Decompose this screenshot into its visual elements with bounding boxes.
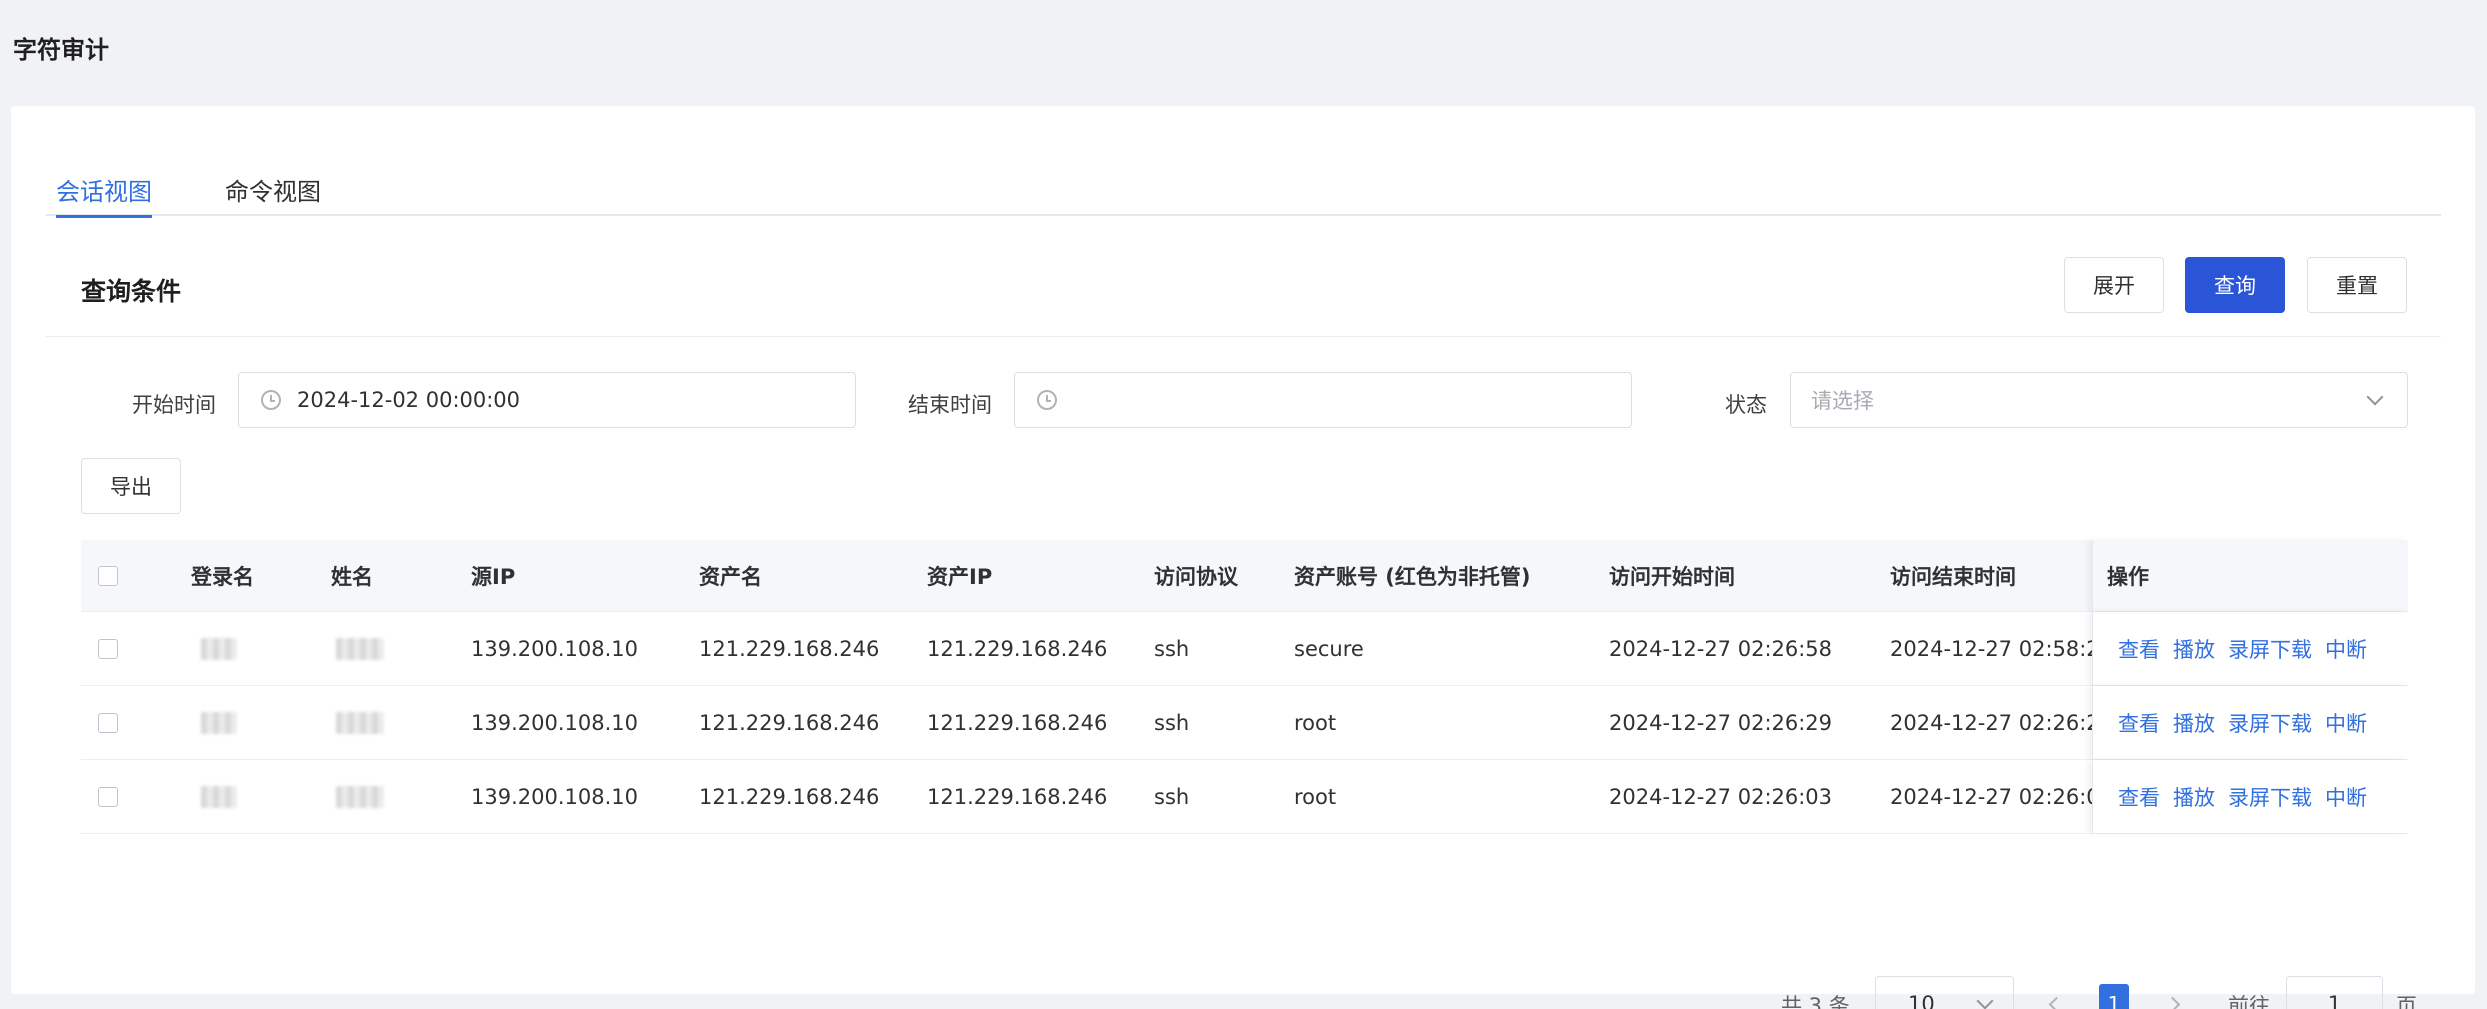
header-protocol: 访问协议 (1154, 564, 1238, 589)
download-recording-link[interactable]: 录屏下载 (2228, 634, 2312, 664)
export-button[interactable]: 导出 (81, 458, 181, 514)
table-row: 139.200.108.10 121.229.168.246 121.229.1… (81, 686, 2408, 760)
src-ip-cell: 139.200.108.10 (471, 710, 638, 735)
account-cell: root (1294, 784, 1337, 809)
table-row: 139.200.108.10 121.229.168.246 121.229.1… (81, 612, 2408, 686)
next-page-icon[interactable] (2164, 996, 2181, 1009)
redacted-text (336, 637, 384, 660)
user-name-redacted (336, 686, 384, 759)
main-card: 会话视图 命令视图 查询条件 展开 查询 重置 开始时间 2024-12-02 … (11, 106, 2475, 1009)
asset-name-cell: 121.229.168.246 (699, 636, 880, 661)
chevron-down-icon (2366, 388, 2384, 406)
start-time-cell: 2024-12-27 02:26:29 (1609, 710, 1833, 735)
asset-name-cell: 121.229.168.246 (699, 710, 880, 735)
row-checkbox[interactable] (98, 786, 118, 807)
download-recording-link[interactable]: 录屏下载 (2228, 782, 2312, 812)
view-link[interactable]: 查看 (2118, 634, 2160, 664)
src-ip-cell: 139.200.108.10 (471, 784, 638, 809)
user-name-redacted (336, 760, 384, 833)
expand-button[interactable]: 展开 (2064, 257, 2164, 313)
header-account: 资产账号 (红色为非托管) (1294, 564, 1531, 589)
header-asset-name: 资产名 (699, 564, 762, 589)
asset-name-cell: 121.229.168.246 (699, 784, 880, 809)
src-ip-cell: 139.200.108.10 (471, 636, 638, 661)
view-link[interactable]: 查看 (2118, 708, 2160, 738)
play-link[interactable]: 播放 (2173, 782, 2215, 812)
protocol-cell: ssh (1154, 636, 1190, 661)
chevron-down-icon (1976, 992, 1994, 1009)
session-table: 登录名 姓名 源IP 资产名 资产IP 访问协议 资产账号 (红色为非托管) 访… (81, 540, 2408, 834)
tab-session-view[interactable]: 会话视图 (56, 172, 152, 218)
page-unit-label: 页 (2396, 994, 2417, 1009)
status-select[interactable]: 请选择 (1790, 372, 2408, 428)
user-name-redacted (336, 612, 384, 685)
start-time-label: 开始时间 (132, 393, 216, 417)
query-section-title: 查询条件 (81, 277, 182, 306)
page-size-value: 10 (1908, 992, 1935, 1009)
header-start-time: 访问开始时间 (1609, 564, 1735, 589)
redacted-text (201, 785, 237, 808)
row-checkbox[interactable] (98, 638, 118, 659)
account-cell: root (1294, 710, 1337, 735)
view-tabs: 会话视图 命令视图 (46, 162, 2441, 218)
row-actions: 查看 播放 录屏下载 中断 (2092, 760, 2408, 833)
clock-icon (1037, 390, 1057, 410)
status-label: 状态 (1725, 393, 1767, 417)
status-placeholder: 请选择 (1811, 389, 1874, 413)
protocol-cell: ssh (1154, 710, 1190, 735)
start-time-input[interactable]: 2024-12-02 00:00:00 (238, 372, 856, 428)
table-header: 登录名 姓名 源IP 资产名 资产IP 访问协议 资产账号 (红色为非托管) 访… (81, 540, 2408, 612)
interrupt-link[interactable]: 中断 (2325, 782, 2367, 812)
redacted-text (336, 785, 384, 808)
current-page-button[interactable]: 1 (2099, 984, 2129, 1009)
reset-button[interactable]: 重置 (2307, 257, 2407, 313)
select-all-checkbox[interactable] (98, 565, 118, 586)
redacted-text (201, 637, 237, 660)
login-name-redacted (201, 760, 237, 833)
header-asset-ip: 资产IP (927, 564, 993, 589)
asset-ip-cell: 121.229.168.246 (927, 710, 1108, 735)
tab-command-view[interactable]: 命令视图 (225, 172, 321, 216)
asset-ip-cell: 121.229.168.246 (927, 636, 1108, 661)
interrupt-link[interactable]: 中断 (2325, 634, 2367, 664)
end-time-label: 结束时间 (908, 393, 992, 417)
row-checkbox[interactable] (98, 712, 118, 733)
login-name-redacted (201, 612, 237, 685)
view-link[interactable]: 查看 (2118, 782, 2160, 812)
row-actions: 查看 播放 录屏下载 中断 (2092, 686, 2408, 759)
start-time-value: 2024-12-02 00:00:00 (297, 388, 521, 412)
download-recording-link[interactable]: 录屏下载 (2228, 708, 2312, 738)
protocol-cell: ssh (1154, 784, 1190, 809)
start-time-cell: 2024-12-27 02:26:03 (1609, 784, 1833, 809)
row-actions: 查看 播放 录屏下载 中断 (2092, 612, 2408, 685)
goto-label: 前往 (2228, 994, 2270, 1009)
goto-page-input[interactable]: 1 (2286, 976, 2383, 1009)
play-link[interactable]: 播放 (2173, 708, 2215, 738)
header-src-ip: 源IP (471, 564, 516, 589)
clock-icon (261, 390, 281, 410)
redacted-text (201, 711, 237, 734)
prev-page-icon[interactable] (2048, 996, 2065, 1009)
divider (46, 336, 2441, 337)
end-time-cell: 2024-12-27 02:26:03 (1890, 784, 2114, 809)
asset-ip-cell: 121.229.168.246 (927, 784, 1108, 809)
page-title: 字符审计 (13, 36, 109, 64)
interrupt-link[interactable]: 中断 (2325, 708, 2367, 738)
redacted-text (336, 711, 384, 734)
header-end-time: 访问结束时间 (1890, 564, 2016, 589)
play-link[interactable]: 播放 (2173, 634, 2215, 664)
table-row: 139.200.108.10 121.229.168.246 121.229.1… (81, 760, 2408, 834)
pagination-total: 共 3 条 (1781, 994, 1850, 1009)
end-time-input[interactable] (1014, 372, 1632, 428)
login-name-redacted (201, 686, 237, 759)
account-cell: secure (1294, 636, 1364, 661)
end-time-cell: 2024-12-27 02:26:29 (1890, 710, 2114, 735)
header-ops: 操作 (2092, 540, 2408, 611)
header-login: 登录名 (191, 564, 254, 589)
search-button[interactable]: 查询 (2185, 257, 2285, 313)
end-time-cell: 2024-12-27 02:58:28 (1890, 636, 2114, 661)
start-time-cell: 2024-12-27 02:26:58 (1609, 636, 1833, 661)
header-name: 姓名 (331, 564, 373, 589)
page-size-select[interactable]: 10 (1875, 976, 2014, 1009)
